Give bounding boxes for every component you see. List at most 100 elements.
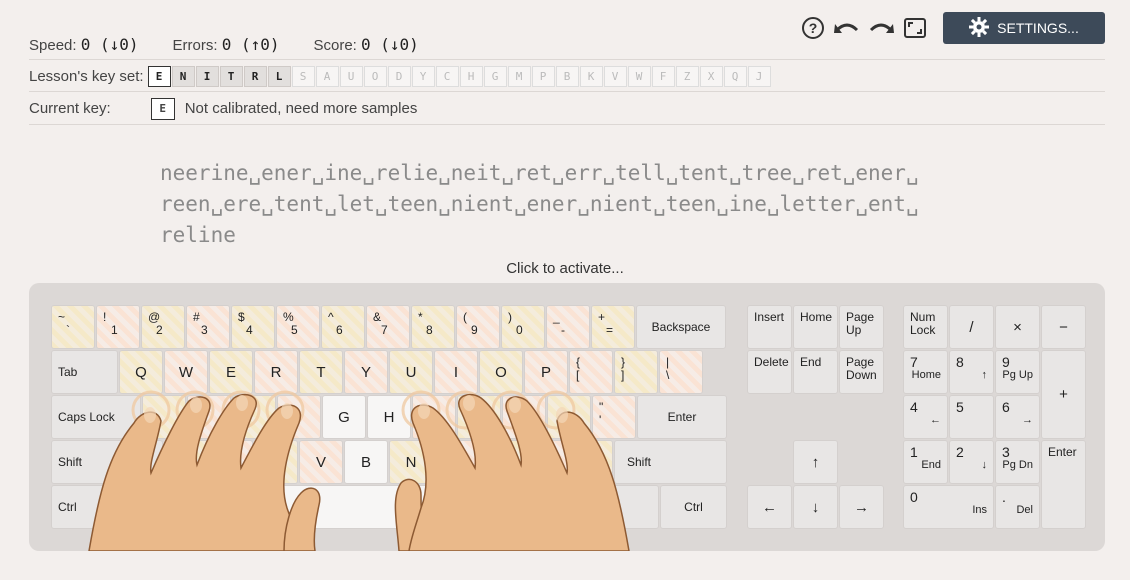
numpad-0-key[interactable]: 0 Ins: [903, 485, 994, 529]
key-sym[interactable]: | \: [659, 350, 703, 394]
key-f[interactable]: [277, 395, 321, 439]
key-label: ×: [1013, 318, 1022, 336]
numpad-9-key[interactable]: 9 Pg Up: [995, 350, 1040, 394]
key-q[interactable]: Q: [119, 350, 163, 394]
key-5[interactable]: % 5: [276, 305, 320, 349]
left-win-key[interactable]: [119, 485, 186, 529]
key-sym[interactable]: }]: [614, 350, 658, 394]
key-k[interactable]: [457, 395, 501, 439]
key-0[interactable]: ) 0: [501, 305, 545, 349]
enter-key[interactable]: Enter: [637, 395, 727, 439]
key-y[interactable]: Y: [344, 350, 388, 394]
numpad-2-key[interactable]: 2 ↓: [949, 440, 994, 484]
key-s[interactable]: [187, 395, 231, 439]
key-p[interactable]: P: [524, 350, 568, 394]
space-key[interactable]: [255, 485, 549, 529]
key-w[interactable]: W: [164, 350, 208, 394]
key-t[interactable]: T: [299, 350, 343, 394]
numpad-multiply-key[interactable]: ×: [995, 305, 1040, 349]
numpad-1-key[interactable]: 1 End: [903, 440, 948, 484]
right-alt-key[interactable]: [550, 485, 608, 529]
key-g[interactable]: G: [322, 395, 366, 439]
key-/[interactable]: [569, 440, 613, 484]
key-b[interactable]: B: [344, 440, 388, 484]
numpad-divide-key[interactable]: /: [949, 305, 994, 349]
activate-prompt[interactable]: Click to activate...: [0, 260, 1130, 277]
numpad-4-key[interactable]: 4 ←: [903, 395, 948, 439]
key-d[interactable]: [232, 395, 276, 439]
key-j[interactable]: [412, 395, 456, 439]
key-set-label: Lesson's key set:: [29, 67, 144, 85]
key-label: →: [854, 498, 869, 516]
arrow-down-key[interactable]: ↓: [793, 485, 838, 529]
numpad-6-key[interactable]: 6 →: [995, 395, 1040, 439]
key-v[interactable]: V: [299, 440, 343, 484]
arrow-up-key[interactable]: ↑: [793, 440, 838, 484]
key-1[interactable]: ! 1: [96, 305, 140, 349]
numpad-decimal-key[interactable]: . Del: [995, 485, 1040, 529]
left-alt-key[interactable]: [187, 485, 254, 529]
right-ctrl-key[interactable]: Ctrl: [660, 485, 727, 529]
insert-key[interactable]: Insert: [747, 305, 792, 349]
key-4[interactable]: $4: [231, 305, 275, 349]
key-2[interactable]: @2: [141, 305, 185, 349]
key-`[interactable]: ~ `: [51, 305, 95, 349]
lesson-text[interactable]: neerine␣ener␣ine␣relie␣neit␣ret␣err␣tell…: [160, 158, 990, 251]
arrow-left-key[interactable]: ←: [747, 485, 792, 529]
backspace-key[interactable]: Backspace: [636, 305, 726, 349]
tab-key[interactable]: Tab: [51, 350, 118, 394]
arrow-right-key[interactable]: →: [839, 485, 884, 529]
key-chip: Y: [411, 65, 435, 87]
right-shift-key[interactable]: Shift: [614, 440, 727, 484]
key-quote[interactable]: " ': [592, 395, 636, 439]
key-u[interactable]: U: [389, 350, 433, 394]
speed-label: Speed:: [29, 37, 77, 54]
key-a[interactable]: [142, 395, 186, 439]
delete-key[interactable]: Delete: [747, 350, 792, 394]
key-6[interactable]: ^ 6: [321, 305, 365, 349]
numpad-enter-key[interactable]: Enter: [1041, 440, 1086, 529]
key-c[interactable]: [254, 440, 298, 484]
key-chip: R: [243, 65, 267, 87]
caps-lock-key[interactable]: Caps Lock: [51, 395, 141, 439]
key-x[interactable]: X: [209, 440, 253, 484]
key-=[interactable]: + =: [591, 305, 635, 349]
key-;[interactable]: [547, 395, 591, 439]
key-label: 0: [516, 323, 523, 337]
page-down-key[interactable]: Page Down: [839, 350, 884, 394]
key-9[interactable]: (9: [456, 305, 500, 349]
numpad-8-key[interactable]: 8 ↑: [949, 350, 994, 394]
numpad-5-key[interactable]: 5: [949, 395, 994, 439]
key-7[interactable]: & 7: [366, 305, 410, 349]
key-z[interactable]: [164, 440, 208, 484]
key-label: 9: [1002, 354, 1010, 370]
num-lock-key[interactable]: Num Lock: [903, 305, 948, 349]
key-r[interactable]: R: [254, 350, 298, 394]
key--[interactable]: _ -: [546, 305, 590, 349]
key-.[interactable]: [524, 440, 568, 484]
key-h[interactable]: H: [367, 395, 411, 439]
numpad-3-key[interactable]: 3 Pg Dn: [995, 440, 1040, 484]
left-shift-key[interactable]: Shift: [51, 440, 163, 484]
key-n[interactable]: N: [389, 440, 433, 484]
key-l[interactable]: [502, 395, 546, 439]
numpad-subtract-key[interactable]: −: [1041, 305, 1086, 349]
left-ctrl-key[interactable]: Ctrl: [51, 485, 118, 529]
key-e[interactable]: E: [209, 350, 253, 394]
key-label: 1: [910, 444, 918, 460]
key-m[interactable]: [434, 440, 478, 484]
home-key[interactable]: Home: [793, 305, 838, 349]
numpad-7-key[interactable]: 7 Home: [903, 350, 948, 394]
page-up-key[interactable]: Page Up: [839, 305, 884, 349]
key-o[interactable]: O: [479, 350, 523, 394]
end-key[interactable]: End: [793, 350, 838, 394]
key-sym[interactable]: {[: [569, 350, 613, 394]
key-label: (: [463, 310, 467, 324]
menu-key[interactable]: [609, 485, 659, 529]
key-3[interactable]: #3: [186, 305, 230, 349]
key-8[interactable]: * 8: [411, 305, 455, 349]
key-i[interactable]: I: [434, 350, 478, 394]
speed-value: 0 (↓0): [80, 35, 139, 54]
numpad-add-key[interactable]: +: [1041, 350, 1086, 439]
key-,[interactable]: [479, 440, 523, 484]
